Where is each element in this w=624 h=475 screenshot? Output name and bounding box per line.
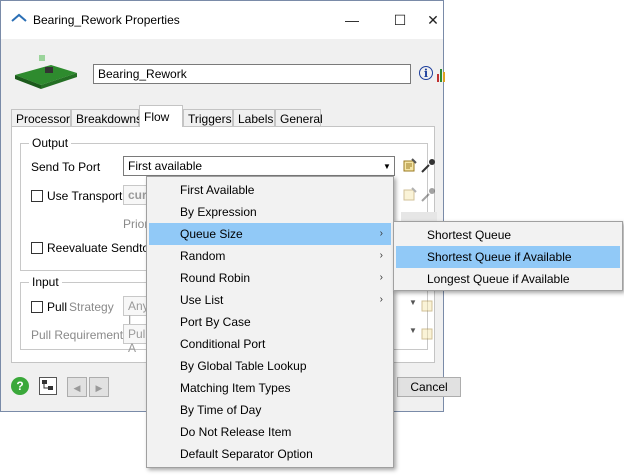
strategy-edit-code-icon xyxy=(421,300,433,312)
send-to-port-label: Send To Port xyxy=(31,160,101,174)
menu-item-queue-size[interactable]: Queue Size › xyxy=(149,223,391,245)
menu-item-label: Matching Item Types xyxy=(180,381,291,395)
minimize-button[interactable]: — xyxy=(329,1,375,39)
menu-item-round-robin[interactable]: Round Robin › xyxy=(149,267,391,289)
statistics-icon[interactable] xyxy=(437,64,445,82)
tree-view-icon[interactable] xyxy=(39,377,57,395)
menu-item-label: By Expression xyxy=(180,205,257,219)
help-icon[interactable]: ? xyxy=(11,377,29,395)
tab-breakdowns[interactable]: Breakdowns xyxy=(71,109,142,127)
menu-item-use-list[interactable]: Use List › xyxy=(149,289,391,311)
reevaluate-checkbox[interactable] xyxy=(31,242,43,254)
window-title: Bearing_Rework Properties xyxy=(33,13,180,27)
minimize-icon: — xyxy=(345,12,359,28)
use-transport-label: Use Transport xyxy=(47,189,123,203)
menu-item-by-time-of-day[interactable]: By Time of Day xyxy=(149,399,391,421)
eyedropper-disabled-icon xyxy=(421,188,435,202)
pull-requirement-chevron-down-icon[interactable]: ▼ xyxy=(409,326,417,335)
menu-item-label: First Available xyxy=(180,183,255,197)
pull-checkbox[interactable] xyxy=(31,301,43,313)
send-to-port-dropdown[interactable]: First available ▼ xyxy=(123,156,395,176)
close-icon: ✕ xyxy=(427,11,439,28)
strategy-label: Strategy xyxy=(69,300,114,314)
menu-item-first-available[interactable]: First Available xyxy=(149,179,391,201)
menu-item-label: By Global Table Lookup xyxy=(180,359,307,373)
reevaluate-label: Reevaluate Sendto o xyxy=(47,241,160,255)
submenu-item-label: Shortest Queue xyxy=(427,228,512,242)
menu-item-label: Conditional Port xyxy=(180,337,266,351)
menu-item-matching-item-types[interactable]: Matching Item Types xyxy=(149,377,391,399)
menu-item-label: Port By Case xyxy=(180,315,251,329)
menu-item-label: Do Not Release Item xyxy=(180,425,292,439)
chevron-down-icon[interactable]: ▼ xyxy=(380,157,394,175)
submenu-item-shortest-queue[interactable]: Shortest Queue xyxy=(396,224,620,246)
maximize-button[interactable]: ☐ xyxy=(377,1,423,39)
submenu-item-label: Shortest Queue if Available xyxy=(427,250,572,264)
tab-general[interactable]: General xyxy=(275,109,323,127)
menu-item-by-expression[interactable]: By Expression xyxy=(149,201,391,223)
eyedropper-icon[interactable] xyxy=(419,157,437,175)
menu-item-random[interactable]: Random › xyxy=(149,245,391,267)
edit-code-icon[interactable] xyxy=(401,157,419,175)
arrow-right-icon: ▶ xyxy=(95,383,103,393)
submenu-item-label: Longest Queue if Available xyxy=(427,272,570,286)
tab-labels[interactable]: Labels xyxy=(233,109,275,127)
object-name-input[interactable]: Bearing_Rework xyxy=(93,64,411,84)
tab-flow[interactable]: Flow xyxy=(139,105,183,127)
menu-item-label: By Time of Day xyxy=(180,403,262,417)
menu-item-port-by-case[interactable]: Port By Case xyxy=(149,311,391,333)
menu-item-do-not-release-item[interactable]: Do Not Release Item xyxy=(149,421,391,443)
menu-item-label: Use List xyxy=(180,293,224,307)
submenu-arrow-icon: › xyxy=(379,272,383,283)
menu-item-conditional-port[interactable]: Conditional Port xyxy=(149,333,391,355)
title-bar[interactable]: Bearing_Rework Properties — ☐ ✕ xyxy=(1,1,443,39)
queue-size-submenu: Shortest Queue Shortest Queue if Availabl… xyxy=(393,221,623,291)
submenu-arrow-icon: › xyxy=(379,228,383,239)
pull-requirement-label: Pull Requirement xyxy=(31,328,124,342)
pull-requirement-edit-code-icon xyxy=(421,328,433,340)
submenu-item-shortest-queue-if-available[interactable]: Shortest Queue if Available xyxy=(396,246,620,268)
arrow-left-icon: ◀ xyxy=(73,383,81,393)
processor-model-icon xyxy=(15,55,77,89)
menu-item-label: Random xyxy=(180,249,226,263)
cancel-button[interactable]: Cancel xyxy=(397,377,461,397)
use-transport-checkbox[interactable] xyxy=(31,190,43,202)
tab-processor[interactable]: Processor xyxy=(11,109,71,127)
maximize-icon: ☐ xyxy=(393,11,407,28)
close-button[interactable]: ✕ xyxy=(421,1,445,39)
submenu-arrow-icon: › xyxy=(379,294,383,305)
app-logo-icon xyxy=(11,13,27,22)
info-icon[interactable]: i xyxy=(419,66,433,80)
pull-label: Pull xyxy=(47,300,68,314)
menu-item-label: Round Robin xyxy=(180,271,251,285)
edit-code-disabled-icon xyxy=(403,187,417,201)
send-to-port-menu: First Available By Expression Queue Size › R… xyxy=(146,176,394,468)
submenu-arrow-icon: › xyxy=(379,250,383,261)
output-group-label: Output xyxy=(29,136,72,150)
next-button[interactable]: ▶ xyxy=(89,377,109,397)
menu-item-default-separator-option[interactable]: Default Separator Option xyxy=(149,443,391,465)
send-to-port-value: First available xyxy=(128,159,203,173)
tab-triggers[interactable]: Triggers xyxy=(183,109,233,127)
menu-item-label: Default Separator Option xyxy=(180,447,313,461)
input-group-label: Input xyxy=(29,275,62,289)
submenu-item-longest-queue-if-available[interactable]: Longest Queue if Available xyxy=(396,268,620,290)
previous-button[interactable]: ◀ xyxy=(67,377,87,397)
menu-item-label: Queue Size xyxy=(180,227,243,241)
menu-item-by-global-table-lookup[interactable]: By Global Table Lookup xyxy=(149,355,391,377)
strategy-chevron-down-icon[interactable]: ▼ xyxy=(409,298,417,307)
